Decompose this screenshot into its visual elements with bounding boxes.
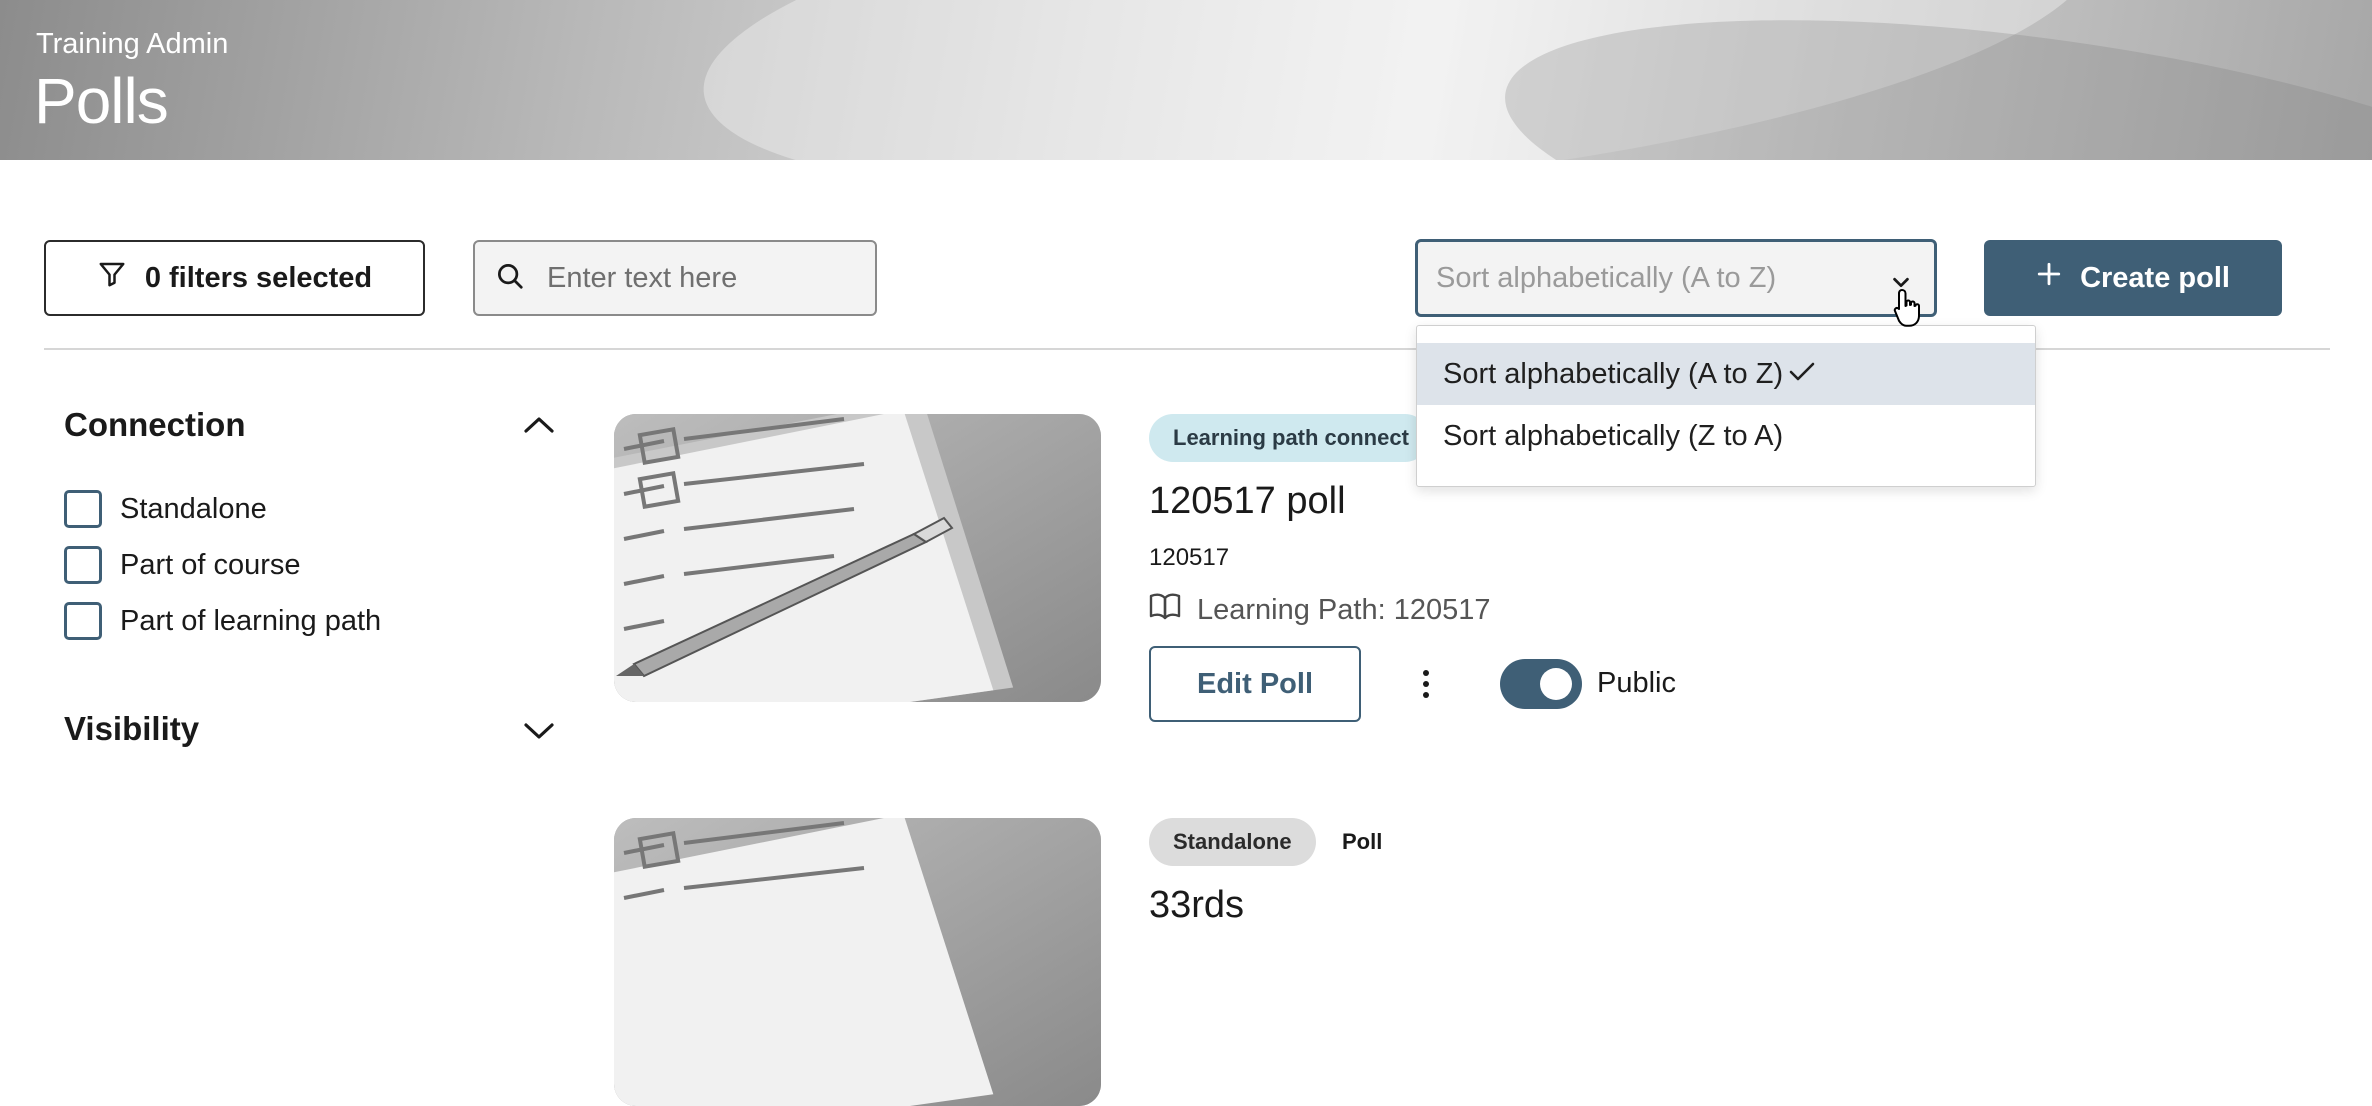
toggle-knob	[1540, 668, 1572, 700]
page-header: Training Admin Polls	[0, 0, 2372, 160]
filter-option-label: Part of learning path	[120, 604, 382, 637]
filter-option-label: Standalone	[120, 492, 267, 525]
checkbox[interactable]	[64, 602, 102, 640]
public-toggle-label: Public	[1597, 667, 1676, 699]
poll-thumbnail[interactable]	[614, 818, 1101, 1106]
pointer-cursor-icon	[1893, 287, 1927, 334]
visibility-heading: Visibility	[64, 710, 200, 747]
create-poll-button[interactable]: Create poll	[1984, 240, 2282, 316]
filter-icon	[97, 259, 127, 297]
plus-icon	[2036, 261, 2062, 295]
sort-option-a-to-z[interactable]: Sort alphabetically (A to Z)	[1417, 343, 2035, 405]
filter-option-part-of-course[interactable]: Part of course	[64, 546, 301, 584]
checkmark-icon	[1789, 358, 1815, 391]
search-input[interactable]	[547, 261, 847, 295]
chevron-up-icon[interactable]	[522, 412, 556, 443]
book-icon	[1149, 592, 1181, 628]
learning-path-label: Learning Path: 120517	[1197, 593, 1491, 626]
connection-heading: Connection	[64, 406, 246, 443]
search-field[interactable]	[473, 240, 877, 316]
learning-path-link: Learning Path: 120517	[1149, 592, 1490, 628]
connection-badge: Learning path connect	[1149, 414, 1429, 462]
sort-select[interactable]: Sort alphabetically (A to Z)	[1415, 239, 1937, 317]
poll-thumbnail[interactable]	[614, 414, 1101, 702]
page-title: Polls	[34, 65, 169, 137]
edit-poll-button[interactable]: Edit Poll	[1149, 646, 1361, 722]
filters-button[interactable]: 0 filters selected	[44, 240, 425, 316]
connection-badge: Standalone	[1149, 818, 1316, 866]
filter-option-standalone[interactable]: Standalone	[64, 490, 267, 528]
filter-option-label: Part of course	[120, 548, 301, 581]
search-icon	[495, 261, 525, 296]
more-options-icon[interactable]	[1420, 668, 1432, 705]
public-toggle[interactable]	[1500, 659, 1582, 709]
poll-title[interactable]: 120517 poll	[1149, 480, 1346, 523]
poll-id: 120517	[1149, 544, 1230, 571]
checkbox[interactable]	[64, 546, 102, 584]
create-poll-label: Create poll	[2080, 261, 2230, 294]
sort-option-z-to-a[interactable]: Sort alphabetically (Z to A)	[1417, 405, 2035, 467]
checkbox[interactable]	[64, 490, 102, 528]
filters-label: 0 filters selected	[144, 261, 373, 294]
header-subtitle: Training Admin	[36, 28, 229, 60]
sort-select-value: Sort alphabetically (A to Z)	[1436, 261, 1777, 294]
poll-title[interactable]: 33rds	[1149, 884, 1244, 927]
sort-option-label: Sort alphabetically (A to Z)	[1443, 357, 1784, 390]
sort-dropdown-menu: Sort alphabetically (A to Z) Sort alphab…	[1416, 325, 2036, 487]
chevron-down-icon[interactable]	[522, 718, 556, 749]
sort-option-label: Sort alphabetically (Z to A)	[1443, 419, 1784, 452]
filter-option-part-of-learning-path[interactable]: Part of learning path	[64, 602, 381, 640]
content-type-label: Poll	[1342, 829, 1383, 854]
